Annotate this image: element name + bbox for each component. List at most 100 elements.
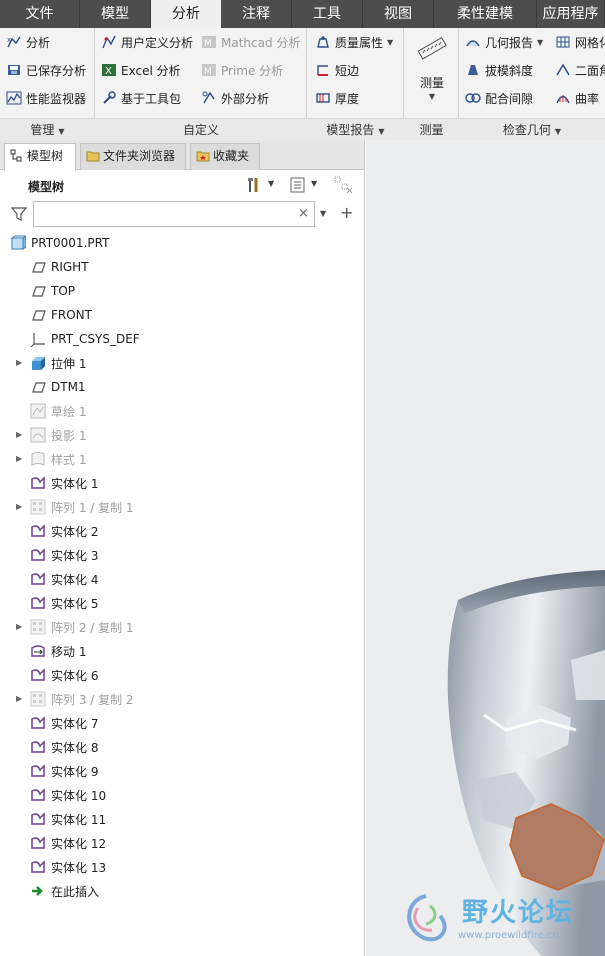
tree-node[interactable]: ▶ 投影 1 [16,424,86,446]
tree-node[interactable]: 实体化 11 [30,808,106,830]
tree-node[interactable]: 实体化 4 [30,568,98,590]
clear-icon[interactable]: × [298,206,309,221]
tree-node-label: 阵列 1 / 复制 1 [51,500,134,515]
menu-tab-model[interactable]: 模型 [80,0,151,28]
short-edge-label: 短边 [335,63,360,78]
tree-node[interactable]: 实体化 2 [30,520,98,542]
menu-tab-view[interactable]: 视图 [363,0,434,28]
tree-node-label: 移动 1 [51,644,87,659]
menu-tab-annotate[interactable]: 注释 [221,0,292,28]
tab-favorites[interactable]: 收藏夹 [190,143,260,170]
measure-button[interactable]: 测量 ▼ [414,34,450,112]
navigator-panel: 模型树 文件夹浏览器 收藏夹 模型树 ▼ ▼ × ▼ + PRT0001.PRT… [0,140,365,956]
analysis-button[interactable]: x 分析 [6,31,50,53]
tree-node[interactable]: 实体化 10 [30,784,106,806]
analysis-label: 分析 [26,35,51,50]
tree-node-label: 拉伸 1 [51,356,87,371]
tree-node-label: 实体化 8 [51,740,99,755]
search-input[interactable] [33,201,315,227]
tree-node[interactable]: PRT0001.PRT [10,232,109,254]
watermark-brand: 野火论坛 [462,898,575,928]
tree-node[interactable]: RIGHT [30,256,89,278]
prime-analysis-button[interactable]: M Prime 分析 [201,59,283,81]
performance-monitor-label: 性能监视器 [26,91,87,106]
geometry-report-button[interactable]: 几何报告 ▼ [465,31,543,53]
draft-angle-button[interactable]: 拔模斜度 [465,59,533,81]
dihedral-angle-label: 二面角 [575,63,605,78]
user-defined-analysis-button[interactable]: 用户定义分析 [101,31,193,53]
tree-node[interactable]: 实体化 12 [30,832,106,854]
menu-tab-analysis[interactable]: 分析 [151,0,221,28]
tree-node[interactable]: DTM1 [30,376,86,398]
solidify-icon [31,788,45,801]
menu-tab-applications[interactable]: 应用程序 [537,0,605,28]
excel-analysis-button[interactable]: X Excel 分析 [101,59,181,81]
thickness-button[interactable]: 厚度 [315,87,359,109]
tree-node[interactable]: PRT_CSYS_DEF [30,328,140,350]
tools-icon[interactable] [246,176,264,194]
chevron-down-icon[interactable]: ▼ [268,179,274,188]
toolkit-based-button[interactable]: 基于工具包 [101,87,181,109]
tree-node[interactable]: 实体化 9 [30,760,98,782]
expand-arrow-icon[interactable]: ▶ [16,622,26,632]
chevron-down-icon[interactable]: ▼ [414,92,450,101]
tree-node[interactable]: 实体化 1 [30,472,98,494]
tree-node[interactable]: ▶ 拉伸 1 [16,352,87,374]
graphics-viewport[interactable] [366,140,605,956]
performance-monitor-button[interactable]: 性能监视器 [6,87,86,109]
tree-node[interactable]: 实体化 3 [30,544,98,566]
curvature-button[interactable]: 曲率 [555,87,599,109]
chevron-down-icon[interactable]: ▼ [387,38,393,47]
clearance-button[interactable]: 配合间隙 [465,87,533,109]
tree-node[interactable]: 移动 1 [30,640,86,662]
tree-node[interactable]: FRONT [30,304,92,326]
expand-arrow-icon[interactable]: ▶ [16,358,26,368]
ribbon-group-manage: x 分析 已保存分析 性能监视器 管理 ▼ [0,28,95,140]
expand-arrow-icon[interactable]: ▶ [16,694,26,704]
csys-icon [30,333,45,347]
mesh-button[interactable]: 网格化 [555,31,605,53]
chevron-down-icon[interactable]: ▼ [311,179,317,188]
tree-node[interactable]: 实体化 7 [30,712,98,734]
mass-properties-button[interactable]: 质量属性 ▼ [315,31,393,53]
solidify-icon [31,668,45,681]
thickness-label: 厚度 [335,91,360,106]
tree-node[interactable]: 实体化 13 [30,856,106,878]
tree-node[interactable]: 草绘 1 [30,400,86,422]
dihedral-angle-button[interactable]: 二面角 [555,59,605,81]
tree-filter-settings-icon[interactable] [334,176,354,194]
ribbon-group-inspect-geometry-label[interactable]: 检查几何 ▼ [459,118,605,140]
add-icon[interactable]: + [340,203,353,222]
model-tree-title: 模型树 [28,180,65,194]
menu-tab-flexible-modeling[interactable]: 柔性建模 [434,0,537,28]
tree-node[interactable]: ▶ 样式 1 [16,448,86,470]
tree-node[interactable]: TOP [30,280,75,302]
ribbon-group-manage-label[interactable]: 管理 ▼ [0,118,95,140]
mathcad-analysis-button[interactable]: M Mathcad 分析 [201,31,300,53]
expand-arrow-icon[interactable]: ▶ [16,430,26,440]
tab-model-tree-label: 模型树 [27,149,64,163]
tree-node[interactable]: ▶ 阵列 3 / 复制 2 [16,688,134,710]
tree-node[interactable]: ▶ 阵列 2 / 复制 1 [16,616,134,638]
expand-arrow-icon[interactable]: ▶ [16,502,26,512]
tree-node[interactable]: 实体化 5 [30,592,98,614]
expand-arrow-icon[interactable]: ▶ [16,454,26,464]
external-analysis-button[interactable]: 外部分析 [201,87,269,109]
tree-node[interactable]: ▶ 阵列 1 / 复制 1 [16,496,134,518]
menu-tab-file[interactable]: 文件 [0,0,80,28]
chevron-down-icon[interactable]: ▼ [320,209,326,218]
prime-analysis-label: Prime 分析 [221,63,284,78]
tree-node-label: FRONT [51,308,92,322]
tree-node[interactable]: 实体化 8 [30,736,98,758]
chevron-down-icon[interactable]: ▼ [537,38,543,47]
menu-tab-tools[interactable]: 工具 [292,0,363,28]
show-settings-icon[interactable] [289,176,307,194]
tab-model-tree[interactable]: 模型树 [4,143,76,171]
ribbon-group-model-report-label[interactable]: 模型报告 ▼ [307,118,404,140]
filter-icon[interactable] [11,206,27,222]
tree-node[interactable]: 在此插入 [30,880,99,902]
saved-analysis-button[interactable]: 已保存分析 [6,59,86,81]
short-edge-button[interactable]: 短边 [315,59,359,81]
tab-folder-browser[interactable]: 文件夹浏览器 [80,143,186,170]
tree-node[interactable]: 实体化 6 [30,664,98,686]
